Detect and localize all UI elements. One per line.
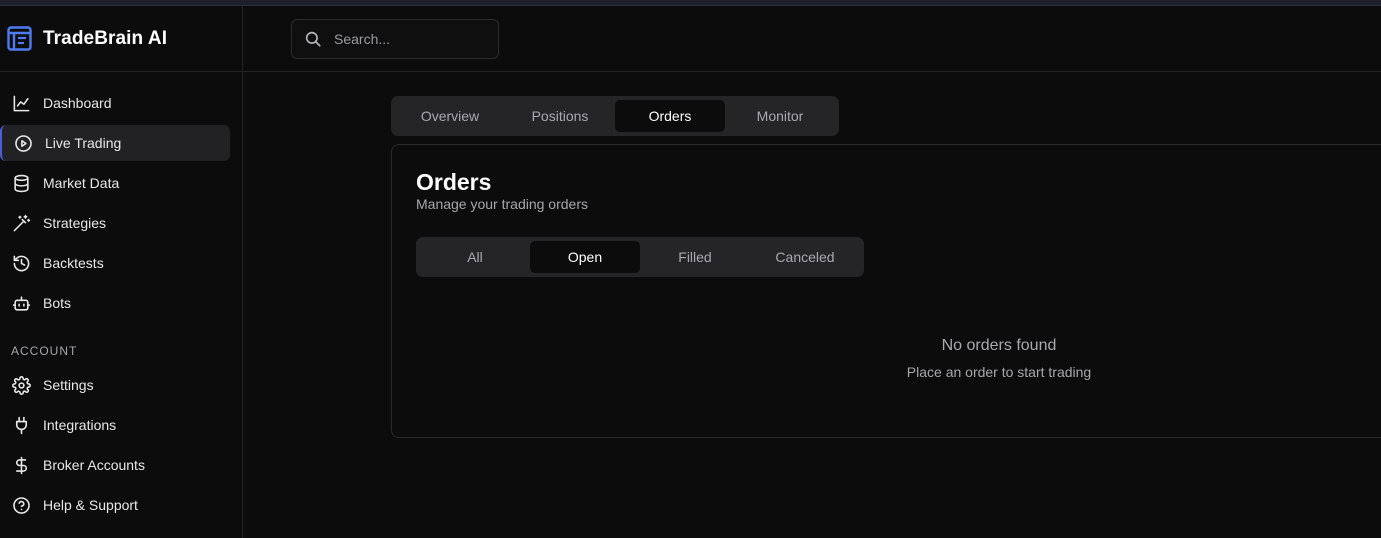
sidebar-item-label: Backtests	[43, 255, 104, 271]
filter-tab-open[interactable]: Open	[530, 241, 640, 273]
orders-card: Orders Manage your trading orders All Op…	[391, 144, 1381, 438]
section-label-account: ACCOUNT	[11, 344, 78, 358]
sidebar-item-backtests[interactable]: Backtests	[0, 245, 230, 281]
order-filter-tabs: All Open Filled Canceled	[416, 237, 864, 277]
sidebar-item-dashboard[interactable]: Dashboard	[0, 85, 230, 121]
empty-state-title: No orders found	[941, 337, 1057, 354]
dollar-icon	[11, 455, 31, 475]
sidebar-item-broker-accounts[interactable]: Broker Accounts	[0, 447, 230, 483]
sidebar-item-label: Broker Accounts	[43, 457, 145, 473]
page-subtitle: Manage your trading orders	[416, 196, 588, 212]
filter-tab-all[interactable]: All	[420, 241, 530, 273]
main-tabs: Overview Positions Orders Monitor	[391, 96, 839, 136]
main-nav: Dashboard Live Trading Market Data Strat…	[0, 72, 242, 523]
brand[interactable]: TradeBrain AI	[0, 6, 242, 72]
history-icon	[11, 253, 31, 273]
brand-name: TradeBrain AI	[43, 27, 168, 49]
chart-line-icon	[11, 93, 31, 113]
sidebar-item-label: Settings	[43, 377, 94, 393]
search-box[interactable]	[291, 19, 499, 59]
sidebar-item-label: Help & Support	[43, 497, 138, 513]
help-circle-icon	[11, 495, 31, 515]
sidebar-item-live-trading[interactable]: Live Trading	[0, 125, 230, 161]
page-title: Orders	[416, 169, 492, 195]
sidebar-item-market-data[interactable]: Market Data	[0, 165, 230, 201]
filter-tab-canceled[interactable]: Canceled	[750, 241, 860, 273]
logo-icon	[7, 26, 32, 51]
tab-orders[interactable]: Orders	[615, 100, 725, 132]
tab-monitor[interactable]: Monitor	[725, 100, 835, 132]
sidebar: TradeBrain AI Dashboard Live Trading Mar…	[0, 6, 243, 538]
sidebar-item-label: Strategies	[43, 215, 107, 231]
empty-state-subtitle: Place an order to start trading	[906, 364, 1092, 380]
tab-overview[interactable]: Overview	[395, 100, 505, 132]
sidebar-item-help-support[interactable]: Help & Support	[0, 487, 230, 523]
play-circle-icon	[13, 133, 33, 153]
filter-tab-filled[interactable]: Filled	[640, 241, 750, 273]
sidebar-item-label: Bots	[43, 295, 72, 311]
tab-positions[interactable]: Positions	[505, 100, 615, 132]
search-icon	[304, 30, 332, 48]
gear-icon	[11, 375, 31, 395]
sidebar-item-integrations[interactable]: Integrations	[0, 407, 230, 443]
sidebar-item-label: Live Trading	[45, 135, 122, 151]
database-icon	[11, 173, 31, 193]
bot-icon	[11, 293, 31, 313]
sidebar-item-bots[interactable]: Bots	[0, 285, 230, 321]
sidebar-item-strategies[interactable]: Strategies	[0, 205, 230, 241]
sidebar-item-label: Integrations	[43, 417, 117, 433]
sidebar-item-label: Dashboard	[43, 95, 112, 111]
search-input[interactable]	[332, 30, 482, 48]
sidebar-item-settings[interactable]: Settings	[0, 367, 230, 403]
sidebar-item-label: Market Data	[43, 175, 120, 191]
plug-icon	[11, 415, 31, 435]
wand-icon	[11, 213, 31, 233]
top-header	[243, 6, 1381, 72]
